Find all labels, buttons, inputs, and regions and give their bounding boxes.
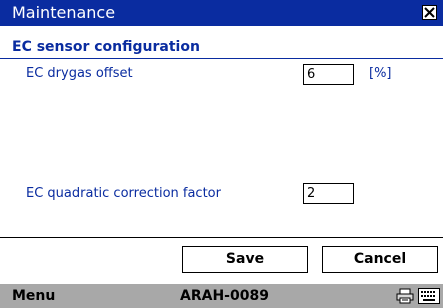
drygas-offset-unit: [%]	[369, 66, 392, 81]
drygas-offset-label: EC drygas offset	[26, 66, 133, 81]
quadratic-factor-label: EC quadratic correction factor	[26, 186, 221, 201]
keyboard-icon[interactable]	[418, 288, 440, 304]
menu-bar: Menu ARAH-0089	[0, 284, 443, 308]
save-button[interactable]: Save	[182, 246, 308, 273]
menu-button[interactable]: Menu	[12, 288, 55, 304]
device-name: ARAH-0089	[180, 288, 269, 304]
printer-icon[interactable]	[396, 288, 414, 304]
section-header: EC sensor configuration	[0, 38, 443, 58]
close-icon	[424, 7, 435, 18]
button-area-divider	[0, 237, 443, 238]
drygas-offset-input[interactable]: 6	[303, 64, 354, 85]
cancel-button[interactable]: Cancel	[322, 246, 438, 273]
section-divider	[0, 58, 443, 59]
quadratic-factor-input[interactable]: 2	[303, 183, 354, 204]
window-title: Maintenance	[12, 3, 116, 22]
section-title: EC sensor configuration	[12, 39, 200, 55]
title-bar: Maintenance	[0, 0, 443, 26]
close-button[interactable]	[422, 5, 437, 20]
